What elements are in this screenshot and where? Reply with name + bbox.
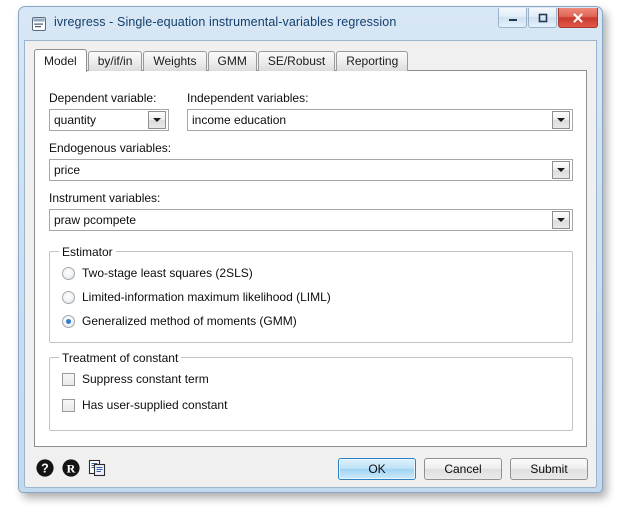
endogenous-variables-value: price [54,163,81,177]
radio-gmm[interactable]: Generalized method of moments (GMM) [62,314,297,328]
cancel-button[interactable]: Cancel [424,458,502,480]
maximize-icon [529,8,556,27]
help-icon[interactable]: ? [35,458,55,478]
tab-gmm[interactable]: GMM [207,51,257,71]
dependent-variable-combo[interactable]: quantity [49,109,169,131]
tab-label: Weights [153,54,197,68]
instrument-variables-label: Instrument variables: [49,191,161,205]
checkbox-label: Suppress constant term [82,372,209,386]
tab-se-robust[interactable]: SE/Robust [257,51,336,71]
tab-by-if-in[interactable]: by/if/in [87,51,143,71]
endogenous-variables-label: Endogenous variables: [49,141,172,155]
minimize-icon [499,8,526,27]
tab-label: Reporting [346,54,399,68]
reset-icon[interactable]: R [61,458,81,478]
radio-liml[interactable]: Limited-information maximum likelihood (… [62,290,331,304]
tab-label: GMM [217,54,247,68]
maximize-button[interactable] [528,8,557,28]
checkbox-suppress-constant-term[interactable]: Suppress constant term [62,372,209,386]
radio-label: Limited-information maximum likelihood (… [82,290,331,304]
radio-two-stage-least-squares[interactable]: Two-stage least squares (2SLS) [62,266,253,280]
dialog-client-area: Model by/if/in Weights GMM SE/Robust Rep… [24,40,597,488]
chevron-down-icon[interactable] [552,161,570,179]
tab-label: Model [44,54,77,68]
svg-text:R: R [67,461,76,475]
ok-button-label: OK [368,462,386,476]
estimator-group-label: Estimator [59,245,116,259]
dialog-button-bar: ? R OK Cancel Submit [25,451,596,487]
submit-button[interactable]: Submit [510,458,588,480]
chevron-down-icon[interactable] [148,111,166,129]
tab-weights[interactable]: Weights [143,51,207,71]
close-icon [559,8,597,27]
radio-label: Two-stage least squares (2SLS) [82,266,253,280]
form-icon [31,16,47,32]
tab-label: SE/Robust [267,54,326,68]
tab-page-model: Dependent variable: quantity Independent… [34,70,587,447]
chevron-down-icon[interactable] [552,211,570,229]
chevron-down-icon[interactable] [552,111,570,129]
window-title: ivregress - Single-equation instrumental… [54,15,397,29]
dependent-variable-value: quantity [54,113,97,127]
radio-icon [62,290,75,304]
independent-variables-label: Independent variables: [187,91,309,105]
radio-icon-selected [62,314,75,328]
tab-label: by/if/in [97,54,133,68]
treatment-of-constant-group-label: Treatment of constant [59,351,182,365]
minimize-button[interactable] [498,8,527,28]
endogenous-variables-combo[interactable]: price [49,159,573,181]
dialog-window: ivregress - Single-equation instrumental… [18,6,603,493]
dependent-variable-label: Dependent variable: [49,91,157,105]
radio-icon [62,266,75,280]
desktop-background: ivregress - Single-equation instrumental… [0,0,619,515]
checkbox-icon [62,398,75,412]
tab-reporting[interactable]: Reporting [336,51,409,71]
tab-strip: Model by/if/in Weights GMM SE/Robust Rep… [34,49,409,72]
title-bar[interactable]: ivregress - Single-equation instrumental… [19,7,602,40]
close-button[interactable] [558,8,598,28]
checkbox-has-user-supplied-constant[interactable]: Has user-supplied constant [62,398,227,412]
radio-label: Generalized method of moments (GMM) [82,314,297,328]
estimator-group: Estimator Two-stage least squares (2SLS)… [49,245,573,343]
treatment-of-constant-group: Treatment of constant Suppress constant … [49,351,573,431]
independent-variables-value: income education [192,113,287,127]
checkbox-icon [62,372,75,386]
instrument-variables-combo[interactable]: praw pcompete [49,209,573,231]
cancel-button-label: Cancel [444,462,482,476]
independent-variables-combo[interactable]: income education [187,109,573,131]
checkbox-label: Has user-supplied constant [82,398,228,412]
instrument-variables-value: praw pcompete [54,213,137,227]
tab-model[interactable]: Model [34,49,87,72]
svg-text:?: ? [41,462,49,476]
copy-icon[interactable] [87,458,107,478]
ok-button[interactable]: OK [338,458,416,480]
submit-button-label: Submit [530,462,568,476]
